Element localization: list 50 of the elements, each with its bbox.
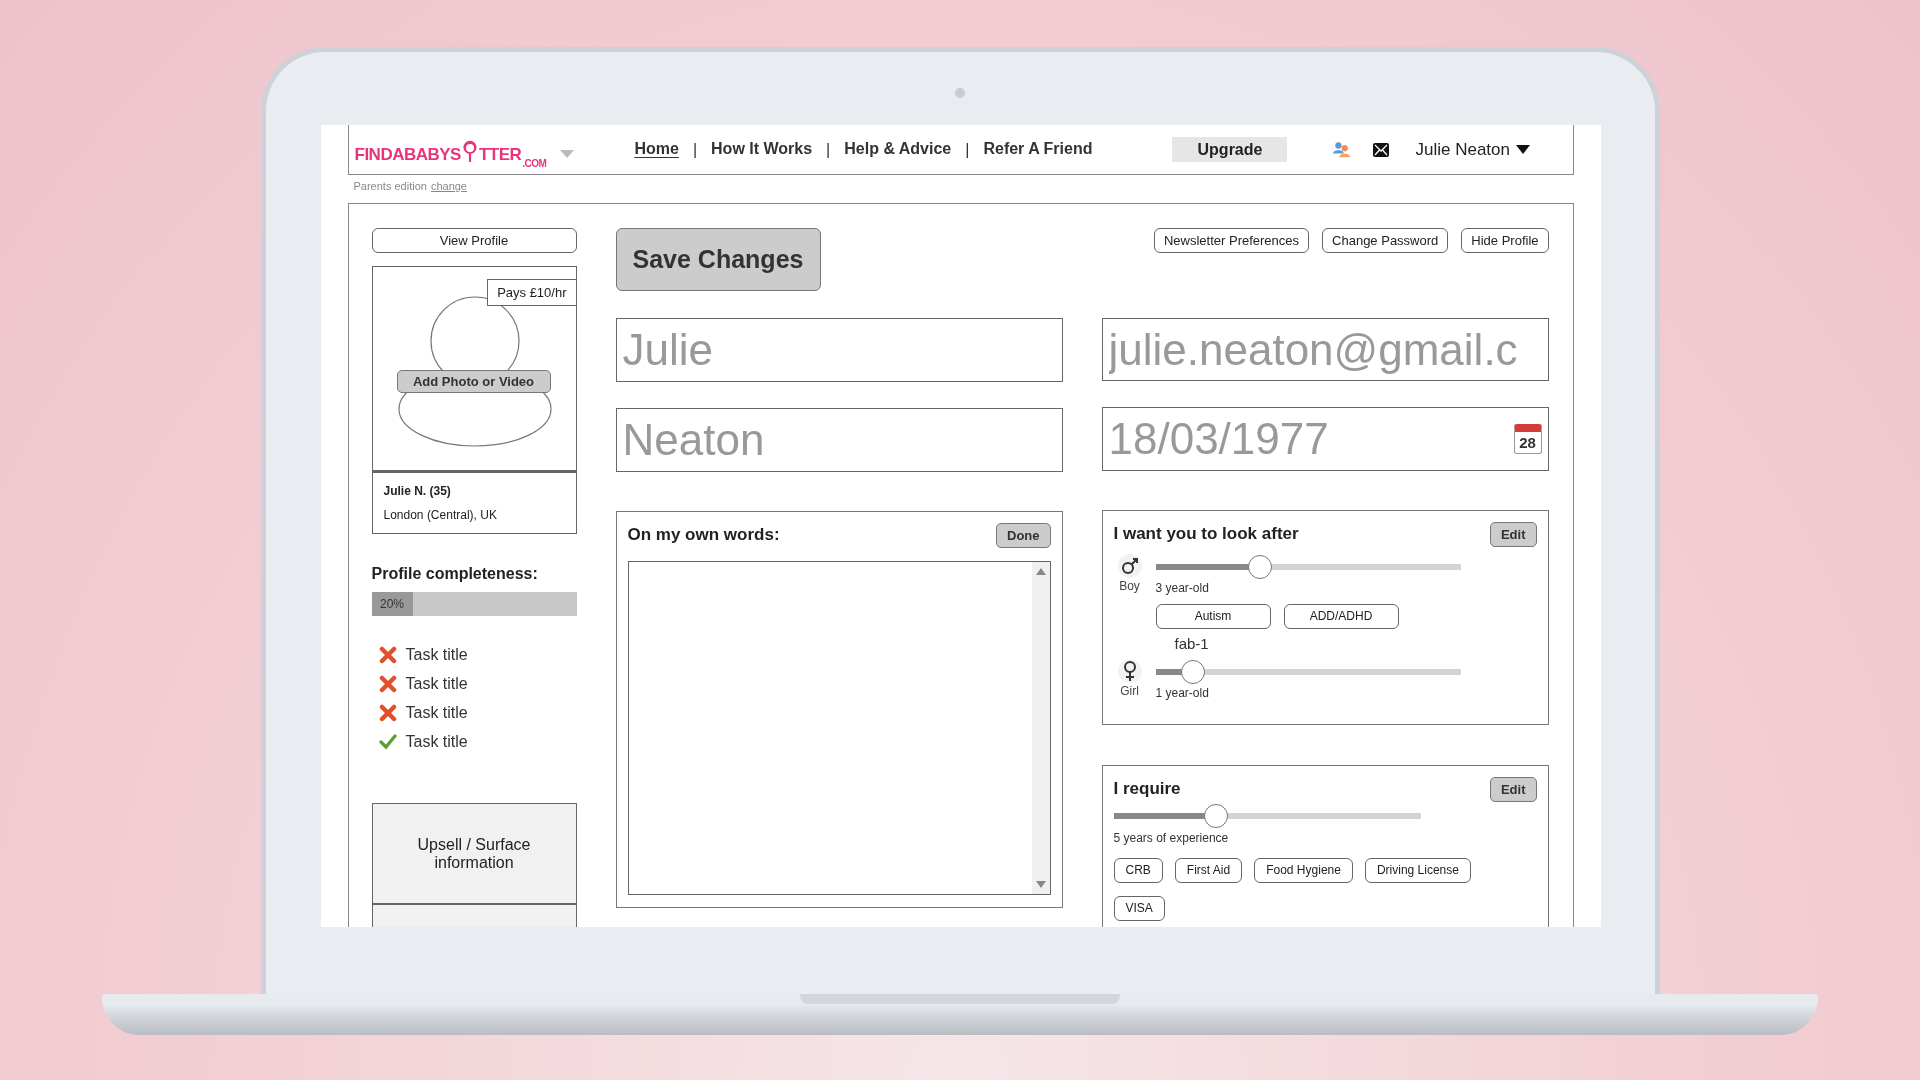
- account-button[interactable]: Hide Profile: [1461, 228, 1549, 253]
- edit-button[interactable]: Edit: [1489, 776, 1537, 802]
- price-badge: Pays £10/hr: [487, 279, 577, 306]
- account-button[interactable]: Newsletter Preferences: [1153, 228, 1310, 253]
- task-title: Task title: [405, 675, 468, 693]
- nav-link[interactable]: How It Works: [711, 140, 813, 159]
- nav-link[interactable]: Help & Advice: [844, 140, 952, 159]
- change-link[interactable]: change: [430, 180, 467, 198]
- profile-name: Julie N. (35): [383, 484, 452, 498]
- nav-separator: |: [965, 140, 970, 159]
- qualification-tag[interactable]: CRB: [1113, 857, 1163, 883]
- add-photo-button[interactable]: Add Photo or Video: [396, 370, 551, 393]
- calendar-day: 28: [1519, 434, 1536, 452]
- gender-label: Girl: [1120, 683, 1139, 698]
- qualification-tag[interactable]: Food Hygiene: [1254, 857, 1353, 883]
- edit-button[interactable]: Edit: [1489, 521, 1537, 547]
- qualification-tag[interactable]: First Aid: [1174, 857, 1243, 883]
- panel-title: On my own words:: [627, 525, 780, 545]
- account-button[interactable]: Change Password: [1322, 228, 1449, 253]
- condition-tag[interactable]: Autism: [1155, 603, 1271, 629]
- gender-label: Boy: [1119, 578, 1140, 593]
- edition-label: Parents edition: [353, 180, 427, 194]
- qualification-tag[interactable]: VISA: [1113, 895, 1165, 921]
- done-button[interactable]: Done: [996, 523, 1051, 548]
- completeness-label: Profile completeness:: [371, 565, 539, 583]
- task-title: Task title: [405, 733, 468, 751]
- calendar-icon[interactable]: 28: [1513, 424, 1542, 455]
- age-reading: 1 year-old: [1155, 685, 1210, 700]
- progress-reading: 20%: [380, 597, 404, 611]
- note-text: fab-1: [1174, 634, 1210, 652]
- nav-link[interactable]: Refer A Friend: [983, 140, 1093, 159]
- user-menu[interactable]: Julie Neaton: [1415, 139, 1530, 160]
- nav-separator: |: [692, 140, 698, 159]
- birth-date-field[interactable]: 18/03/1977 28: [1101, 407, 1549, 471]
- experience-reading: 5 years of experience: [1113, 830, 1229, 845]
- profile-location: London (Central), UK: [383, 508, 498, 522]
- save-changes-button[interactable]: Save Changes: [615, 228, 821, 291]
- panel-title: I want you to look after: [1113, 523, 1299, 544]
- task-title: Task title: [405, 646, 468, 664]
- qualification-tag[interactable]: Driving License: [1364, 857, 1471, 883]
- age-reading: 3 year-old: [1155, 580, 1210, 595]
- birth-date-value: 18/03/1977: [1108, 414, 1329, 465]
- condition-tag[interactable]: ADD/ADHD: [1283, 603, 1399, 629]
- nav-separator: |: [826, 140, 831, 159]
- nav-link[interactable]: Home: [634, 140, 679, 159]
- view-profile-button[interactable]: View Profile: [371, 228, 577, 253]
- panel-title: I require: [1113, 778, 1181, 799]
- upsell-text: Upsell / Surface information: [416, 835, 532, 872]
- upgrade-button[interactable]: Upgrade: [1172, 137, 1288, 162]
- task-title: Task title: [405, 704, 468, 722]
